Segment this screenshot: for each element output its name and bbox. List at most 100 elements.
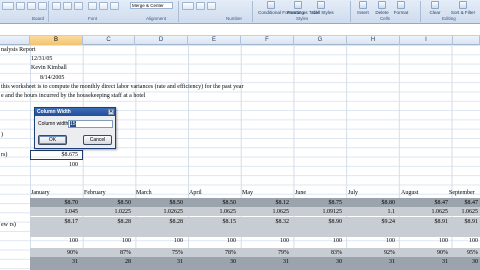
table-cell[interactable]: 95% bbox=[432, 249, 478, 257]
sort-filter-button[interactable]: Sort & Filter bbox=[450, 1, 476, 15]
table-cell[interactable]: 1.02625 bbox=[137, 208, 184, 216]
table-cell[interactable]: 90% bbox=[32, 249, 78, 257]
table-cell[interactable]: 31 bbox=[243, 258, 289, 266]
table-cell[interactable]: $8.32 bbox=[243, 218, 290, 226]
formula-bar[interactable] bbox=[0, 24, 480, 36]
delete-icon bbox=[378, 1, 386, 9]
column-header-g[interactable]: G bbox=[294, 36, 347, 45]
table-cell[interactable]: $8.47 bbox=[432, 199, 479, 207]
table-cell[interactable]: $9.24 bbox=[349, 218, 396, 226]
table-cell[interactable]: $8.17 bbox=[32, 218, 79, 226]
align-right-icon[interactable] bbox=[110, 2, 119, 10]
cancel-button[interactable]: Cancel bbox=[83, 135, 112, 145]
table-cell[interactable]: 30 bbox=[432, 258, 478, 266]
column-header-i[interactable]: I bbox=[400, 36, 453, 45]
table-cell[interactable]: 87% bbox=[85, 249, 131, 257]
rate-cell[interactable]: $8.675 bbox=[32, 151, 79, 159]
merge-center-button[interactable]: Merge & Center bbox=[130, 2, 173, 9]
table-cell[interactable]: $8.50 bbox=[85, 199, 132, 207]
format-painter-icon[interactable] bbox=[38, 2, 47, 10]
table-cell[interactable]: $8.12 bbox=[243, 199, 290, 207]
sort-filter-icon bbox=[459, 1, 467, 9]
column-header-h[interactable]: H bbox=[347, 36, 400, 45]
format-button[interactable]: Format bbox=[393, 1, 409, 15]
table-cell[interactable]: 92% bbox=[349, 249, 395, 257]
table-cell[interactable]: 1.1 bbox=[349, 208, 396, 216]
format-as-table-button[interactable]: Format as Table bbox=[287, 1, 320, 15]
table-cell[interactable]: 75% bbox=[137, 249, 183, 257]
column-header-c[interactable]: C bbox=[83, 36, 135, 45]
report-title-cell[interactable]: nalysis Report bbox=[1, 46, 36, 54]
insert-button[interactable]: Insert bbox=[355, 1, 371, 15]
underline-icon[interactable] bbox=[74, 2, 83, 10]
hours-cell[interactable]: 100 bbox=[32, 161, 78, 169]
table-cell[interactable]: 31 bbox=[137, 258, 183, 266]
align-left-icon[interactable] bbox=[88, 2, 97, 10]
table-cell[interactable]: $8.90 bbox=[296, 218, 343, 226]
table-cell[interactable]: $8.80 bbox=[349, 199, 396, 207]
copy-icon[interactable] bbox=[27, 2, 36, 10]
table-cell[interactable]: $8.70 bbox=[32, 199, 79, 207]
month-header: August bbox=[401, 190, 419, 196]
table-cell[interactable]: 1.0625 bbox=[190, 208, 237, 216]
dialog-titlebar[interactable]: Column Width ✕ bbox=[35, 108, 115, 116]
table-cell[interactable]: $8.75 bbox=[296, 199, 343, 207]
table-cell[interactable]: $8.28 bbox=[85, 218, 132, 226]
table-cell[interactable]: 1.0625 bbox=[432, 208, 479, 216]
worksheet-grid[interactable]: nalysis Report 12/31/05 Kevin Kimball 8/… bbox=[0, 45, 480, 270]
delete-button[interactable]: Delete bbox=[374, 1, 390, 15]
sort-filter-label: Sort & Filter bbox=[450, 10, 476, 15]
percent-icon[interactable] bbox=[196, 2, 205, 10]
cut-icon[interactable] bbox=[16, 2, 25, 10]
close-icon[interactable]: ✕ bbox=[108, 109, 114, 115]
table-cell[interactable]: $8.28 bbox=[137, 218, 184, 226]
table-cell[interactable]: 30 bbox=[190, 258, 236, 266]
clear-button[interactable]: Clear bbox=[428, 1, 442, 15]
table-cell[interactable]: 1.0625 bbox=[243, 208, 290, 216]
date2-cell[interactable]: 8/14/2005 bbox=[40, 74, 64, 82]
table-cell[interactable]: 79% bbox=[243, 249, 289, 257]
table-cell[interactable]: $8.91 bbox=[432, 218, 479, 226]
table-cell[interactable]: 83% bbox=[296, 249, 342, 257]
table-cell[interactable]: 30 bbox=[296, 258, 342, 266]
comma-icon[interactable] bbox=[207, 2, 216, 10]
table-cell[interactable]: 100 bbox=[190, 237, 236, 245]
table-cell[interactable]: 1.09125 bbox=[296, 208, 343, 216]
table-cell[interactable]: 78% bbox=[190, 249, 236, 257]
description-line-1[interactable]: this worksheet is to compute the monthly… bbox=[1, 83, 243, 91]
author-cell[interactable]: Kevin Kimball bbox=[31, 64, 67, 72]
column-width-dialog: Column Width ✕ Column width: 15 OK Cance… bbox=[34, 107, 116, 149]
table-cell[interactable]: $8.15 bbox=[190, 218, 237, 226]
bold-icon[interactable] bbox=[52, 2, 61, 10]
column-width-input[interactable]: 15 bbox=[68, 120, 113, 128]
table-cell[interactable]: 31 bbox=[349, 258, 395, 266]
table-cell[interactable]: 100 bbox=[137, 237, 183, 245]
paste-icon[interactable] bbox=[2, 2, 14, 10]
table-cell[interactable]: 100 bbox=[432, 237, 478, 245]
table-cell[interactable]: 100 bbox=[349, 237, 395, 245]
italic-icon[interactable] bbox=[63, 2, 72, 10]
column-header-j[interactable] bbox=[453, 36, 480, 45]
table-cell[interactable]: 100 bbox=[85, 237, 131, 245]
table-cell[interactable]: 100 bbox=[296, 237, 342, 245]
column-header-f[interactable]: F bbox=[241, 36, 294, 45]
align-center-icon[interactable] bbox=[99, 2, 108, 10]
table-cell[interactable]: $8.50 bbox=[190, 199, 237, 207]
column-header-d[interactable]: D bbox=[135, 36, 188, 45]
cell-styles-button[interactable]: Cell Styles bbox=[312, 1, 334, 15]
column-header-a[interactable] bbox=[0, 36, 30, 45]
table-cell[interactable]: 1.045 bbox=[32, 208, 79, 216]
currency-icon[interactable] bbox=[182, 2, 194, 10]
description-line-2[interactable]: e and the hours incurred by the housekee… bbox=[1, 92, 145, 100]
table-cell[interactable]: $8.50 bbox=[137, 199, 184, 207]
table-cell[interactable]: 31 bbox=[32, 258, 78, 266]
column-header-b[interactable]: B bbox=[30, 36, 83, 45]
date-cell[interactable]: 12/31/05 bbox=[31, 55, 52, 63]
conditional-formatting-button[interactable]: Conditional Formatting bbox=[258, 1, 304, 15]
table-cell[interactable]: 100 bbox=[32, 237, 78, 245]
table-cell[interactable]: 1.0225 bbox=[85, 208, 132, 216]
table-cell[interactable]: 28 bbox=[85, 258, 131, 266]
ok-button[interactable]: OK bbox=[38, 135, 67, 145]
column-header-e[interactable]: E bbox=[188, 36, 241, 45]
table-cell[interactable]: 100 bbox=[243, 237, 289, 245]
